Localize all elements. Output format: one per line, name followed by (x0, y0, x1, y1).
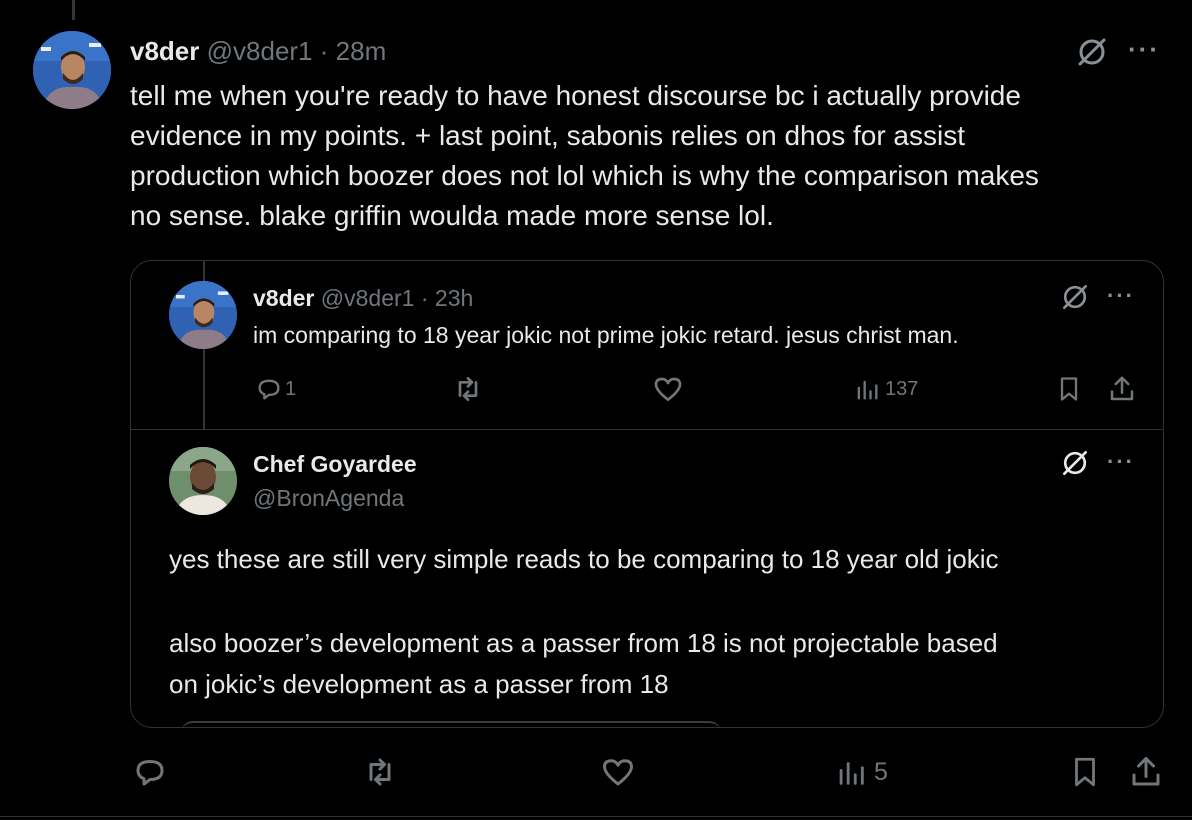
quoted-share-button[interactable] (1107, 373, 1137, 405)
reply-author-avatar[interactable] (169, 447, 237, 515)
post-timestamp[interactable]: 28m (336, 36, 387, 66)
grok-icon[interactable] (1074, 34, 1110, 70)
share-upload-icon (1110, 376, 1134, 401)
reply-bubble-icon (258, 379, 280, 400)
heart-icon (654, 377, 682, 401)
like-button[interactable] (598, 754, 638, 790)
reply-text-second: also boozer’s development as a passer fr… (169, 628, 998, 699)
quoted-reply-button[interactable]: 1 (255, 373, 296, 405)
truncated-media-edge (181, 721, 721, 727)
avatar-photo-icon (33, 31, 111, 109)
reply-text-first: yes these are still very simple reads to… (169, 544, 999, 574)
quoted-more-options-icon[interactable]: ··· (1107, 281, 1135, 311)
quoted-display-name[interactable]: v8der (253, 285, 314, 311)
author-avatar[interactable] (33, 31, 111, 109)
bookmark-icon (1060, 377, 1078, 401)
views-bars-icon (839, 762, 864, 785)
quoted-like-button[interactable] (651, 373, 685, 405)
views-count: 5 (874, 757, 888, 786)
share-upload-icon (1132, 757, 1160, 786)
reply-more-options-icon[interactable]: ··· (1107, 447, 1135, 477)
views-button[interactable]: 5 (834, 754, 888, 790)
quoted-time-separator: · (420, 285, 429, 311)
author-handle[interactable]: @v8der1 (207, 36, 313, 66)
heart-icon (603, 759, 633, 786)
reply-avatar-photo-icon (169, 447, 237, 515)
more-options-icon[interactable]: ··· (1128, 32, 1160, 66)
thread-connector-line (72, 0, 75, 20)
handle-time-separator: · (319, 36, 329, 66)
author-display-name[interactable]: v8der (130, 36, 199, 66)
quoted-grok-icon[interactable] (1059, 281, 1091, 313)
quoted-divider (131, 429, 1163, 430)
tweet-page: v8der @v8der1 · 28m ··· tell me when you… (0, 0, 1192, 820)
reply-grok-icon[interactable] (1059, 447, 1091, 479)
quoted-views-button[interactable]: 137 (853, 373, 918, 405)
reply-button[interactable] (132, 754, 168, 790)
quoted-avatar-photo-icon (169, 281, 237, 349)
reply-display-name[interactable]: Chef Goyardee (253, 449, 417, 479)
quoted-handle[interactable]: @v8der1 (321, 285, 415, 311)
author-name-line: v8der @v8der1 · 28m (130, 34, 386, 68)
bookmark-button[interactable] (1068, 754, 1102, 790)
post-text: tell me when you're ready to have honest… (130, 80, 1039, 231)
quoted-views-count: 137 (885, 377, 919, 400)
repost-icon (458, 377, 478, 401)
quoted-timestamp[interactable]: 23h (435, 285, 473, 311)
quoted-author-avatar[interactable] (169, 281, 237, 349)
quoted-author-name-line: v8der @v8der1 · 23h (253, 283, 473, 313)
reply-handle[interactable]: @BronAgenda (253, 483, 404, 513)
reply-bubble-icon (136, 760, 164, 786)
bottom-divider (0, 816, 1192, 817)
quoted-reply-count: 1 (285, 377, 297, 400)
bookmark-icon (1075, 757, 1095, 787)
quoted-post-text: im comparing to 18 year jokic not prime … (253, 322, 959, 348)
quoted-repost-button[interactable] (451, 373, 485, 405)
repost-icon (369, 758, 391, 786)
share-button[interactable] (1128, 754, 1164, 790)
quoted-bookmark-button[interactable] (1055, 373, 1083, 405)
quoted-thread-card[interactable]: v8der @v8der1 · 23h ··· im comparing to … (130, 260, 1164, 728)
repost-button[interactable] (360, 754, 400, 790)
views-bars-icon (857, 380, 878, 400)
